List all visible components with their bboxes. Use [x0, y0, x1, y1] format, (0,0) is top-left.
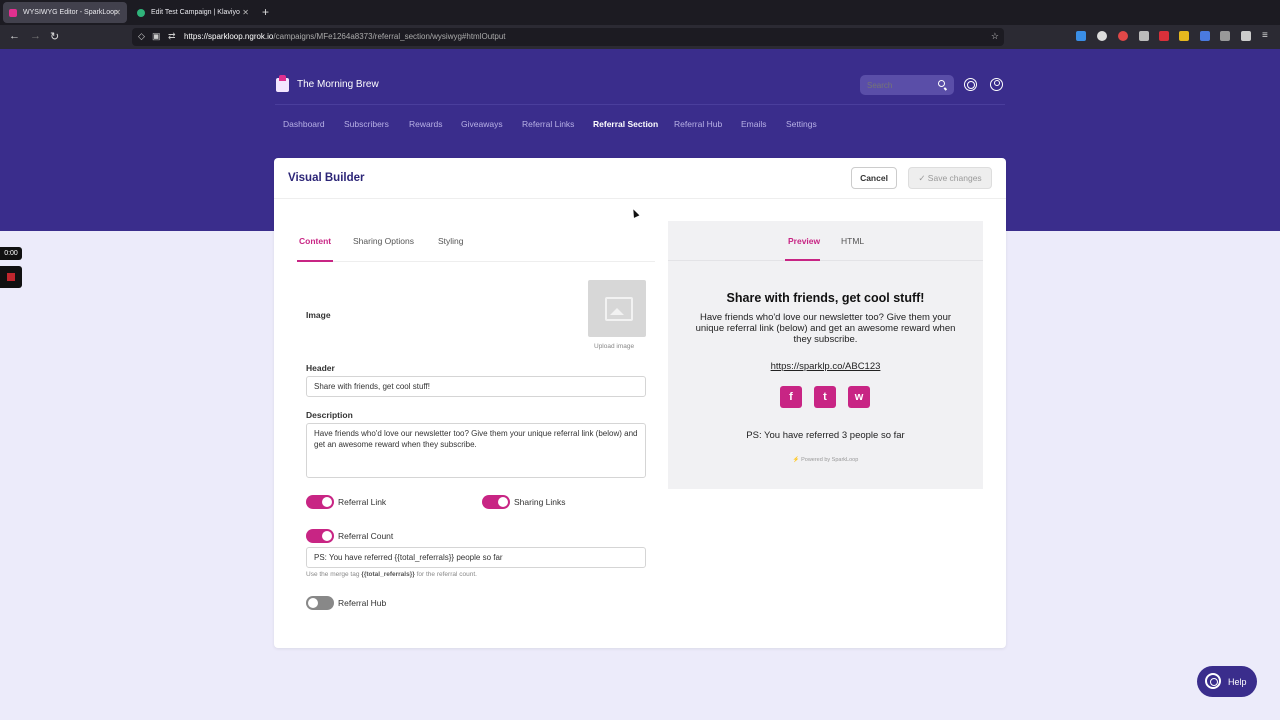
- card-header-divider: [274, 198, 1006, 199]
- bookmark-star-icon[interactable]: ☆: [991, 31, 999, 42]
- image-label: Image: [306, 310, 331, 320]
- extension-icon[interactable]: [1118, 31, 1128, 41]
- preview-active-indicator: [785, 259, 820, 261]
- brand-logo-icon[interactable]: [276, 75, 289, 92]
- tab-content[interactable]: Content: [299, 236, 331, 246]
- preview-referral-link[interactable]: https://sparklp.co/ABC123: [668, 361, 983, 372]
- back-icon[interactable]: ←: [9, 30, 20, 42]
- nav-referral-links[interactable]: Referral Links: [522, 119, 574, 129]
- adblock-icon[interactable]: [1159, 31, 1169, 41]
- preview-panel: Preview HTML Share with friends, get coo…: [668, 221, 983, 489]
- translate-extension-icon[interactable]: [1200, 31, 1210, 41]
- referral-count-label: Referral Count: [338, 531, 394, 541]
- download-icon[interactable]: [1076, 31, 1086, 41]
- tabs-divider: [297, 261, 655, 262]
- powered-by-sparkloop: ⚡ Powered by SparkLoop: [792, 457, 859, 463]
- nav-rewards[interactable]: Rewards: [409, 119, 443, 129]
- referral-count-toggle[interactable]: [306, 529, 334, 543]
- referral-count-input[interactable]: [306, 547, 646, 568]
- close-tab-icon[interactable]: ✕: [242, 8, 249, 17]
- save-changes-button[interactable]: ✓ Save changes: [908, 167, 992, 189]
- image-placeholder-icon[interactable]: [588, 280, 646, 337]
- user-account-icon[interactable]: [990, 78, 1003, 91]
- reload-icon[interactable]: ↻: [50, 30, 59, 43]
- active-tab-indicator: [297, 260, 333, 262]
- url-text: https://sparkloop.ngrok.io/campaigns/MFe…: [184, 32, 506, 41]
- sparkloop-favicon-icon: [9, 8, 17, 17]
- tab-sharing-options[interactable]: Sharing Options: [353, 236, 414, 246]
- preview-title: Share with friends, get cool stuff!: [726, 291, 925, 305]
- puzzle-icon[interactable]: [1139, 31, 1149, 41]
- close-tab-icon[interactable]: ✕: [114, 8, 121, 17]
- lock-icon[interactable]: ▣: [152, 31, 161, 42]
- nav-emails[interactable]: Emails: [741, 119, 767, 129]
- recording-timer: 0:00: [0, 247, 22, 260]
- new-tab-icon[interactable]: +: [262, 5, 269, 19]
- search-input[interactable]: [860, 75, 934, 95]
- browser-toolbar: ← → ↻ ◇ ▣ ⇄ https://sparkloop.ngrok.io/c…: [0, 25, 1280, 49]
- referral-link-label: Referral Link: [338, 497, 387, 507]
- nav-settings[interactable]: Settings: [786, 119, 817, 129]
- search-icon[interactable]: [938, 80, 945, 87]
- nav-subscribers[interactable]: Subscribers: [344, 119, 389, 129]
- cancel-button[interactable]: Cancel: [851, 167, 897, 189]
- notes-extension-icon[interactable]: [1179, 31, 1189, 41]
- header-divider: [275, 104, 1005, 105]
- account-icon[interactable]: [1097, 31, 1107, 41]
- stop-recording-icon[interactable]: [0, 266, 22, 288]
- permissions-icon[interactable]: ⇄: [168, 31, 176, 42]
- grid-icon[interactable]: [1241, 31, 1251, 41]
- support-lifebuoy-icon[interactable]: [964, 78, 977, 91]
- browser-tab-sparkloop[interactable]: WYSIWYG Editor - SparkLoop ✕: [3, 2, 127, 23]
- preview-tabs-divider: [668, 260, 983, 261]
- page-title: Visual Builder: [288, 172, 365, 184]
- sharing-links-label: Sharing Links: [514, 497, 566, 507]
- tab-styling[interactable]: Styling: [438, 236, 464, 246]
- description-textarea[interactable]: Have friends who'd love our newsletter t…: [306, 423, 646, 478]
- brand-name[interactable]: The Morning Brew: [297, 79, 379, 90]
- description-label: Description: [306, 410, 353, 420]
- tab-title: WYSIWYG Editor - SparkLoop: [23, 9, 118, 16]
- visual-builder-card: Visual Builder Cancel ✓ Save changes Con…: [274, 158, 1006, 648]
- sharing-links-toggle[interactable]: [482, 495, 510, 509]
- referral-hub-label: Referral Hub: [338, 598, 387, 608]
- tab-preview[interactable]: Preview: [788, 236, 820, 246]
- address-bar[interactable]: ◇ ▣ ⇄ https://sparkloop.ngrok.io/campaig…: [132, 28, 1004, 46]
- upload-image-link[interactable]: Upload image: [594, 343, 634, 350]
- search-box[interactable]: [860, 75, 954, 95]
- header-input[interactable]: [306, 376, 646, 397]
- whatsapp-icon[interactable]: w: [848, 386, 870, 408]
- nav-giveaways[interactable]: Giveaways: [461, 119, 503, 129]
- nav-referral-hub[interactable]: Referral Hub: [674, 119, 722, 129]
- tab-html[interactable]: HTML: [841, 236, 864, 246]
- forward-icon[interactable]: →: [30, 30, 41, 42]
- tab-title: Edit Test Campaign | Klaviyo: [151, 9, 240, 16]
- preview-description: Have friends who'd love our newsletter t…: [695, 312, 956, 345]
- help-label: Help: [1228, 677, 1247, 687]
- twitter-icon[interactable]: t: [814, 386, 836, 408]
- browser-tab-bar: WYSIWYG Editor - SparkLoop ✕ Edit Test C…: [0, 0, 1280, 25]
- klaviyo-favicon-icon: [137, 8, 145, 17]
- menu-icon[interactable]: ≡: [1262, 31, 1272, 41]
- preview-referral-count: PS: You have referred 3 people so far: [746, 430, 905, 441]
- help-button[interactable]: Help: [1197, 666, 1257, 697]
- referral-link-toggle[interactable]: [306, 495, 334, 509]
- browser-tab-klaviyo[interactable]: Edit Test Campaign | Klaviyo ✕: [131, 2, 255, 23]
- facebook-icon[interactable]: f: [780, 386, 802, 408]
- merge-tag-hint: Use the merge tag {{total_referrals}} fo…: [306, 571, 477, 578]
- nav-referral-section[interactable]: Referral Section: [593, 119, 658, 129]
- nav-dashboard[interactable]: Dashboard: [283, 119, 325, 129]
- referral-hub-toggle[interactable]: [306, 596, 334, 610]
- pocket-icon[interactable]: [1220, 31, 1230, 41]
- shield-icon[interactable]: ◇: [138, 31, 145, 42]
- header-label: Header: [306, 363, 335, 373]
- lifebuoy-icon: [1205, 673, 1221, 689]
